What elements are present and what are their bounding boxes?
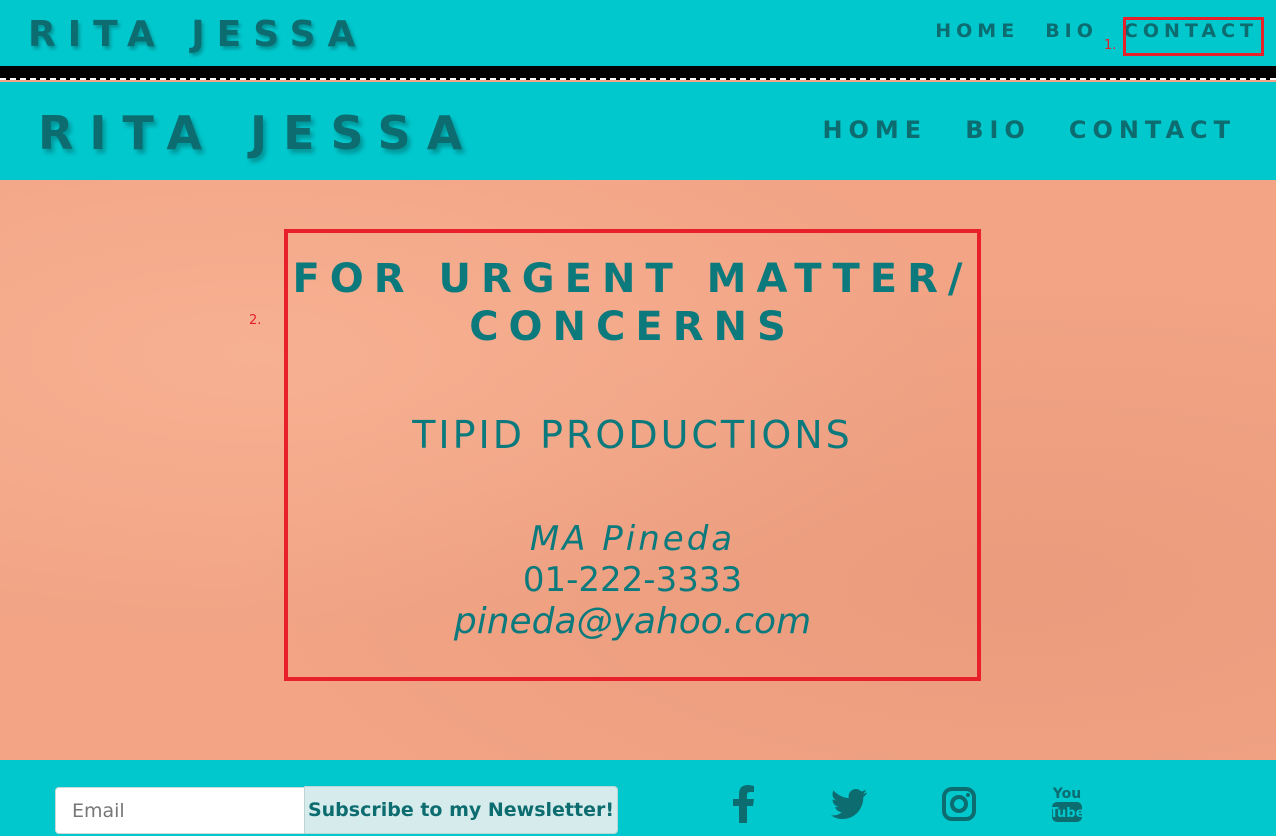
- nav-home[interactable]: HOME: [822, 116, 927, 144]
- youtube-icon[interactable]: You Tube: [1048, 782, 1086, 826]
- svg-text:You: You: [1052, 786, 1081, 802]
- contact-email[interactable]: pineda@yahoo.com: [288, 601, 977, 643]
- screenshot-divider: [0, 66, 1276, 80]
- instagram-icon[interactable]: [940, 782, 978, 826]
- top-nav-bio[interactable]: BIO: [1045, 20, 1098, 42]
- svg-text:Tube: Tube: [1050, 806, 1084, 821]
- headline-line-1: FOR URGENT MATTER/: [292, 256, 973, 302]
- site-logo[interactable]: RITA JESSA: [38, 106, 478, 160]
- top-nav-home[interactable]: HOME: [935, 20, 1019, 42]
- headline-line-2: CONCERNS: [469, 304, 796, 350]
- main-nav: HOME BIO CONTACT: [822, 116, 1236, 144]
- contact-info-box: FOR URGENT MATTER/ CONCERNS TIPID PRODUC…: [284, 229, 981, 681]
- annotation-box-contact: [1123, 17, 1264, 56]
- facebook-icon[interactable]: [728, 782, 760, 826]
- contact-person: MA Pineda: [529, 519, 736, 559]
- newsletter-email-input[interactable]: [55, 787, 305, 834]
- top-site-logo[interactable]: RITA JESSA: [28, 14, 367, 55]
- contact-phone: 01-222-3333: [522, 560, 743, 600]
- nav-bio[interactable]: BIO: [965, 116, 1031, 144]
- subscribe-button[interactable]: Subscribe to my Newsletter!: [304, 786, 618, 834]
- footer: Subscribe to my Newsletter! You Tube: [0, 760, 1276, 836]
- company-name: TIPID PRODUCTIONS: [412, 413, 853, 457]
- main-header: RITA JESSA HOME BIO CONTACT: [0, 82, 1276, 180]
- top-bar: RITA JESSA HOME BIO CONTACT: [0, 0, 1276, 66]
- nav-contact[interactable]: CONTACT: [1069, 116, 1236, 144]
- annotation-label-2: 2.: [249, 313, 262, 328]
- contact-section: FOR URGENT MATTER/ CONCERNS TIPID PRODUC…: [0, 180, 1276, 760]
- contact-headline: FOR URGENT MATTER/ CONCERNS: [288, 255, 977, 351]
- annotation-label-1: 1.: [1104, 38, 1117, 53]
- twitter-icon[interactable]: [830, 782, 868, 826]
